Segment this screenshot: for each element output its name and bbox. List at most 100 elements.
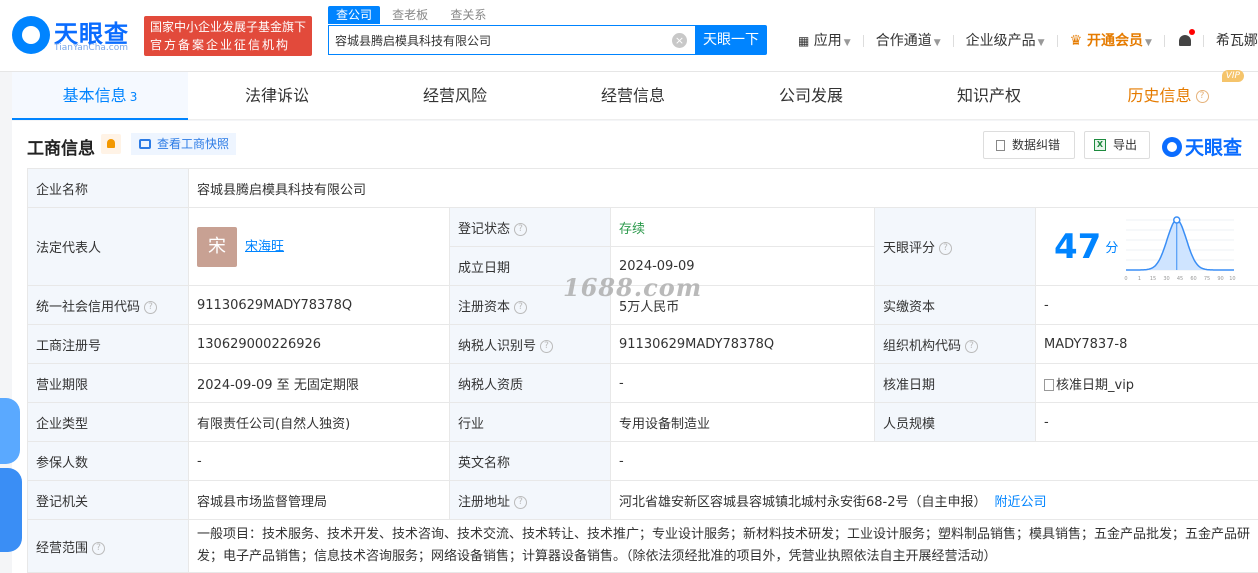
tab-search-boss[interactable]: 查老板: [392, 6, 428, 24]
nav-membership-label: 开通会员: [1087, 33, 1143, 49]
chevron-down-icon: ▼: [843, 38, 851, 48]
authority-label: 登记机关: [27, 480, 189, 520]
help-icon: ?: [1195, 90, 1209, 103]
clear-icon[interactable]: ×: [672, 33, 687, 48]
export-button[interactable]: X 导出: [1084, 131, 1150, 159]
snapshot-button[interactable]: 查看工商快照: [131, 133, 236, 155]
reg-status-label: 登记状态?: [449, 207, 611, 247]
data-correct-button[interactable]: 数据纠错: [983, 131, 1075, 159]
nav-enterprise[interactable]: 企业级产品 ▼: [966, 30, 1045, 50]
legal-rep-cell: 宋宋海旺: [188, 207, 450, 286]
tab-basic-info[interactable]: 基本信息 3: [12, 72, 188, 120]
chart-tick-label: 45: [1177, 276, 1183, 282]
chart-group: 0 1 15 30 45 60 75 90 100: [1124, 216, 1236, 282]
divider: [1202, 35, 1204, 47]
grid-icon: ▦: [798, 34, 810, 48]
eye-icon: [12, 16, 50, 54]
search-button[interactable]: 天眼一下: [695, 25, 767, 55]
table-row: 法定代表人 宋宋海旺 登记状态? 存续 天眼评分? 47 分 0 1 15 30 45 60…: [27, 207, 1258, 286]
help-icon[interactable]: ?: [965, 339, 979, 353]
top-nav: ▦ 应用 ▼ 合作通道 ▼ 企业级产品 ▼ ♛ 开通会员 ▼ 希瓦娜: [798, 29, 1258, 50]
tab-development[interactable]: 公司发展: [722, 72, 900, 120]
company-name: 容城县腾启模具科技有限公司: [188, 168, 1258, 208]
tab-operation[interactable]: 经营信息: [544, 72, 722, 120]
authority: 容城县市场监督管理局: [188, 480, 450, 520]
search-type-tabs: 查公司 查老板 查关系: [328, 6, 504, 24]
help-icon[interactable]: ?: [939, 242, 953, 255]
crown-icon: ♛: [1069, 33, 1083, 49]
chart-tick-label: 30: [1163, 276, 1169, 282]
table-row: 营业期限 2024-09-09 至 无固定期限 纳税人资质 - 核准日期 核准日…: [27, 363, 1258, 403]
chart-tick-label: 15: [1150, 276, 1156, 282]
address-label-text: 注册地址: [458, 494, 511, 510]
user-name[interactable]: 希瓦娜: [1216, 30, 1258, 50]
help-icon[interactable]: ?: [514, 222, 528, 236]
term: 2024-09-09 至 无固定期限: [188, 363, 450, 403]
tab-ip[interactable]: 知识产权: [900, 72, 1078, 120]
tianyancha-logo[interactable]: 天眼查 TianYanCha.com: [12, 14, 136, 58]
tab-count: 3: [129, 90, 138, 104]
broken-image-icon: [1044, 379, 1054, 391]
search-input[interactable]: [335, 26, 665, 54]
score-value: 47: [1054, 226, 1102, 267]
en-name: -: [610, 441, 1258, 481]
detail-tabs: 基本信息 3 法律诉讼 经营风险 经营信息 公司发展 知识产权 历史信息? VIP: [12, 70, 1258, 120]
nav-apps[interactable]: ▦ 应用 ▼: [798, 30, 851, 50]
brand-text: 天眼查: [1185, 137, 1243, 159]
snapshot-button-label: 查看工商快照: [157, 137, 230, 151]
data-correct-label: 数据纠错: [1012, 138, 1061, 152]
help-icon[interactable]: ?: [514, 300, 528, 314]
score-unit: 分: [1105, 241, 1119, 256]
certification-badge[interactable]: 国家中小企业发展子基金旗下 官方备案企业征信机构: [144, 16, 312, 56]
tax-id: 91130629MADY78378Q: [610, 324, 875, 364]
help-icon[interactable]: ?: [514, 495, 528, 509]
chevron-down-icon: ▼: [1145, 38, 1152, 48]
divider: [862, 35, 864, 47]
insured: -: [188, 441, 450, 481]
badge-line-2: 官方备案企业征信机构: [150, 38, 291, 52]
subscribe-bell-icon[interactable]: [101, 134, 121, 154]
divider: [952, 35, 954, 47]
score-cell[interactable]: 47分 0 1 15 30 45 60 75 90 100: [1035, 207, 1258, 286]
score-label: 天眼评分?: [874, 207, 1036, 286]
top-header: 天眼查 TianYanCha.com 国家中小企业发展子基金旗下 官方备案企业征…: [0, 0, 1258, 72]
type-label: 企业类型: [27, 402, 189, 442]
search-box: ×: [328, 25, 695, 55]
tab-history[interactable]: 历史信息? VIP: [1078, 70, 1258, 120]
avatar[interactable]: 宋: [197, 226, 237, 267]
approve-date[interactable]: 核准日期_vip: [1035, 363, 1258, 403]
tab-search-relation[interactable]: 查关系: [450, 6, 486, 24]
approve-date-label: 核准日期: [874, 363, 1036, 403]
reg-no: 130629000226926: [188, 324, 450, 364]
tab-search-company[interactable]: 查公司: [328, 6, 381, 24]
chart-tick-label: 0: [1124, 276, 1127, 282]
side-float-widget[interactable]: [0, 398, 22, 553]
nav-apps-label: 应用: [813, 33, 842, 49]
help-icon[interactable]: ?: [144, 300, 158, 314]
chart-tick-label: 90: [1217, 276, 1223, 282]
reg-status: 存续: [610, 207, 875, 247]
export-label: 导出: [1113, 138, 1138, 152]
legal-rep-link[interactable]: 宋海旺: [245, 239, 284, 254]
insured-label: 参保人数: [27, 441, 189, 481]
chevron-down-icon: ▼: [933, 38, 941, 48]
chevron-down-icon: ▼: [1037, 38, 1045, 48]
scope-label-text: 经营范围: [36, 540, 89, 556]
help-icon[interactable]: ?: [92, 541, 106, 555]
nav-partner-label: 合作通道: [875, 33, 932, 49]
org-code-label: 组织机构代码?: [874, 324, 1036, 364]
help-icon[interactable]: ?: [540, 339, 554, 353]
term-label: 营业期限: [27, 363, 189, 403]
bell-icon[interactable]: [1177, 29, 1195, 49]
tab-legal[interactable]: 法律诉讼: [188, 72, 366, 120]
nearby-companies-link[interactable]: 附近公司: [995, 495, 1047, 510]
nav-membership[interactable]: ♛ 开通会员 ▼: [1070, 30, 1152, 50]
excel-icon: X: [1094, 139, 1106, 151]
eye-icon: [1162, 137, 1182, 157]
tax-id-label: 纳税人识别号?: [449, 324, 611, 364]
side-float-bottom[interactable]: [0, 468, 22, 552]
nav-partner[interactable]: 合作通道 ▼: [876, 30, 941, 50]
side-float-top[interactable]: [0, 398, 20, 464]
org-code: MADY7837-8: [1035, 324, 1258, 364]
tab-risk[interactable]: 经营风险: [366, 72, 544, 120]
